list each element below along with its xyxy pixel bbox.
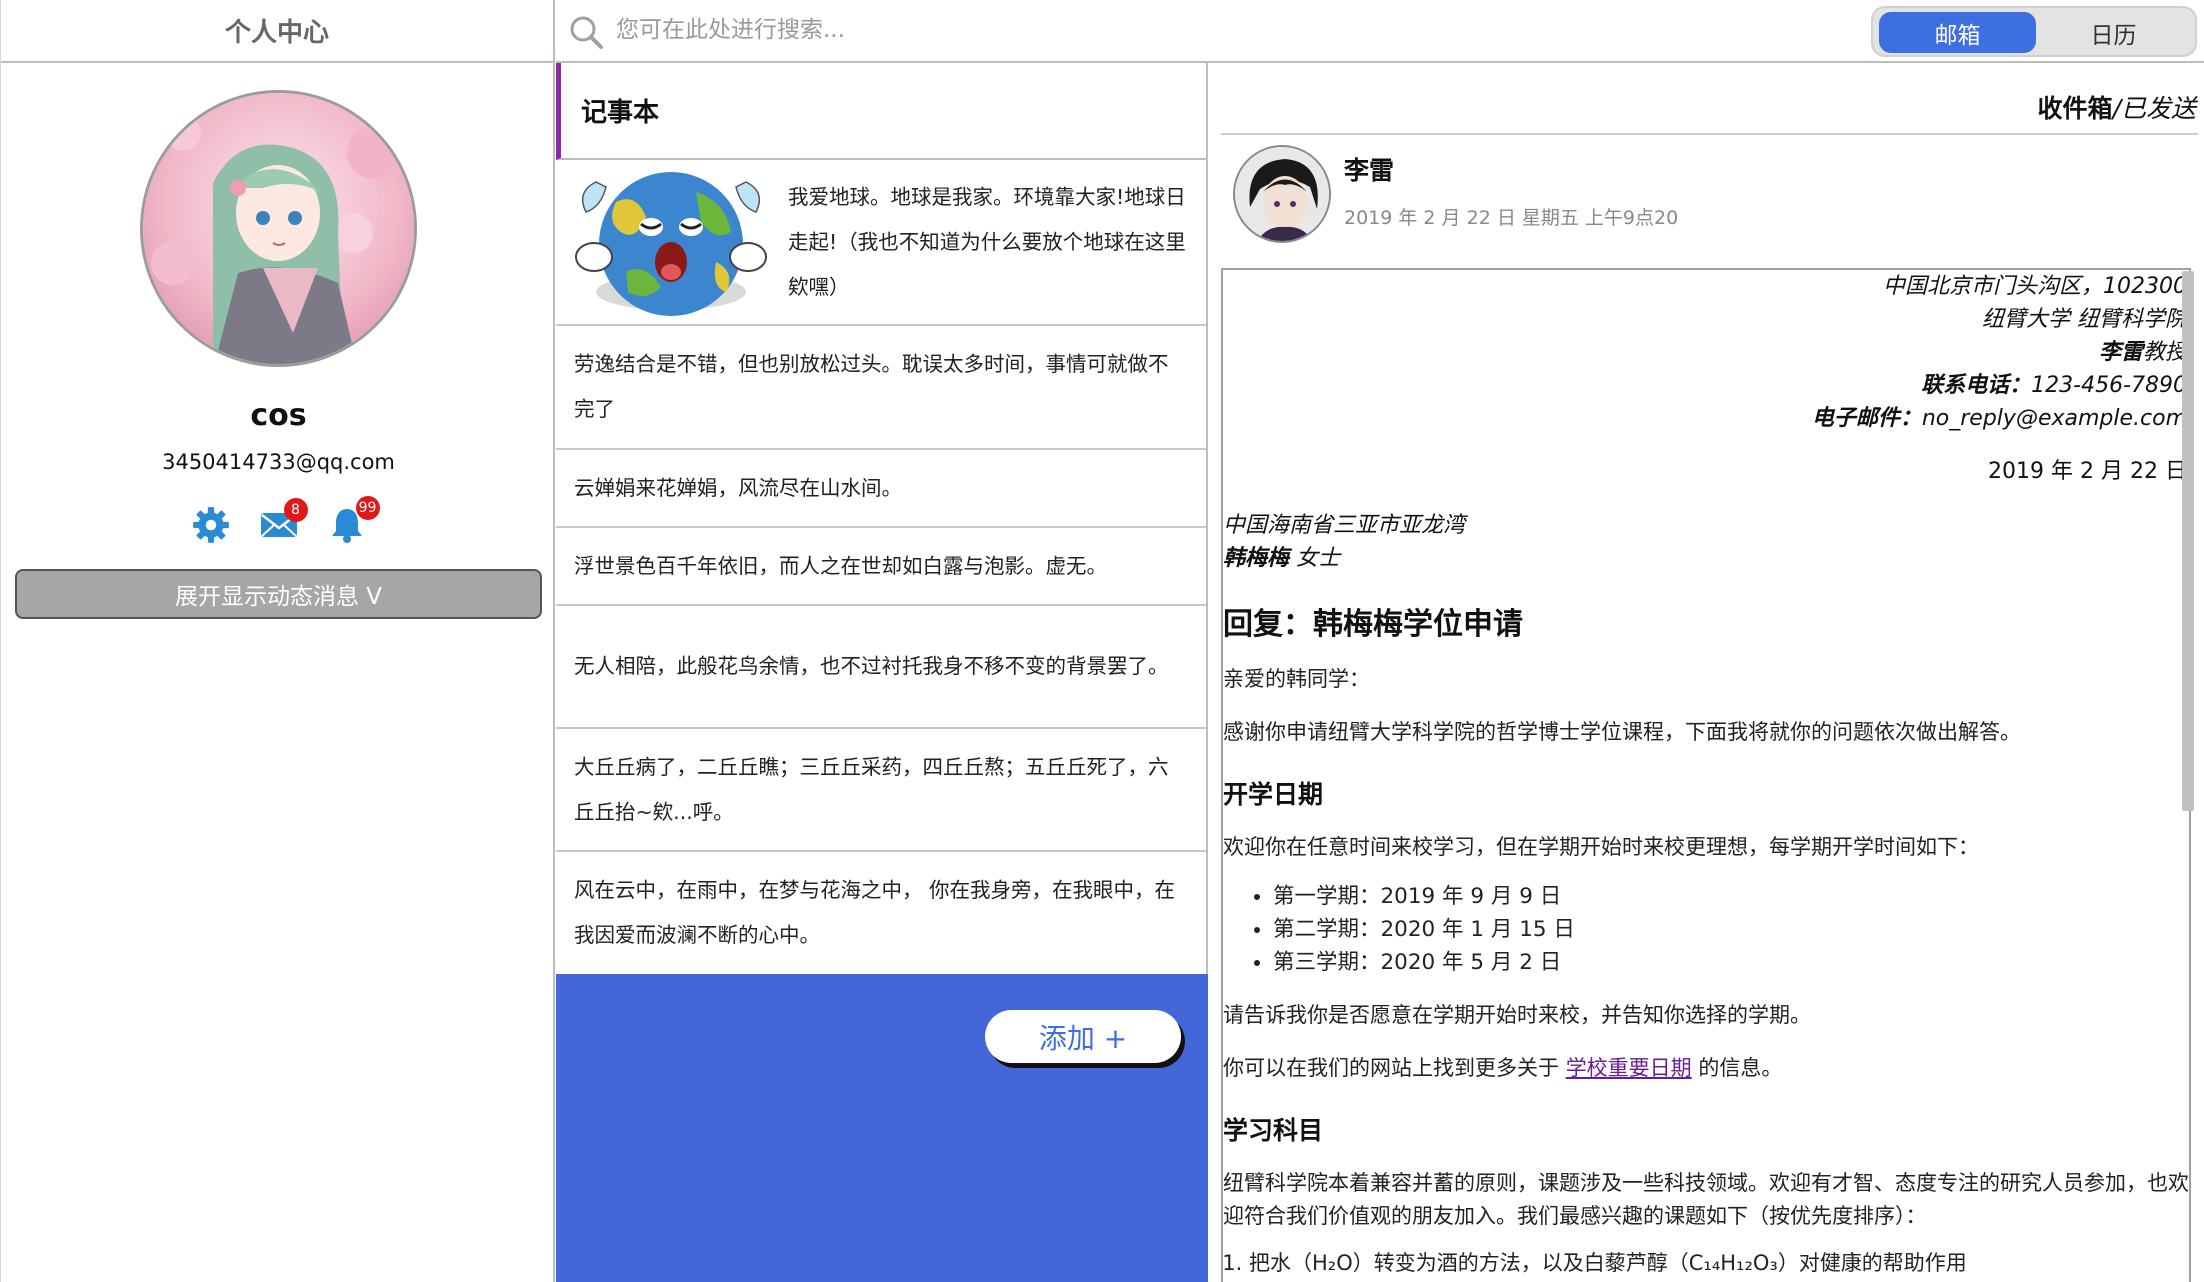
mail-subject: 回复：韩梅梅学位申请	[1223, 607, 1523, 642]
crying-earth-image	[566, 162, 776, 322]
tab-mail[interactable]: 邮箱	[1879, 12, 2036, 53]
mail-intro: 感谢你申请纽臂大学科学院的哲学博士学位课程，下面我将就你的问题依次做出解答。	[1223, 720, 2021, 744]
inbox-label[interactable]: 收件箱	[2038, 94, 2113, 123]
note-text: 风在云中，在雨中，在梦与花海之中， 你在我身旁，在我眼中，在我因爱而波澜不断的心…	[574, 877, 1176, 947]
section-text: 欢迎你在任意时间来校学习，但在学期开始时来校更理想，每学期开学时间如下：	[1223, 835, 1979, 859]
note-item[interactable]: 我爱地球。地球是我家。环境靠大家!地球日走起!（我也不知道为什么要放个地球在这里…	[556, 160, 1206, 326]
divider	[1221, 133, 2198, 135]
sender-phone: 联系电话：123-456-7890	[1223, 369, 2189, 402]
sidebar-title: 个人中心	[1, 0, 553, 63]
mail-panel: 收件箱/已发送 李雷 2019 年 2 月 22 日 星期五 上午9点20 中国…	[1209, 63, 2204, 1282]
add-note-button[interactable]: 添加 +	[985, 1010, 1181, 1063]
gear-icon	[192, 507, 229, 543]
tab-calendar[interactable]: 日历	[2035, 12, 2192, 53]
note-item[interactable]: 云婵娟来花婵娟，风流尽在山水间。	[556, 450, 1206, 528]
phone-value: 123-456-7890	[2031, 373, 2187, 398]
note-item[interactable]: 风在云中，在雨中，在梦与花海之中， 你在我身旁，在我眼中，在我因爱而波澜不断的心…	[556, 852, 1206, 973]
mail-scrollbar[interactable]	[2182, 271, 2194, 811]
email-value: no_reply@example.com	[1921, 406, 2187, 431]
signature-title: 教授	[2142, 340, 2187, 365]
sender-email: 电子邮件：no_reply@example.com	[1223, 402, 2189, 435]
notepad-panel: 记事本 我爱地球。地球是我家。环境靠大家!地球日走起!（我也不知道为什么要放个地…	[556, 63, 1208, 1282]
letter-date: 2019 年 2 月 22 日	[1988, 459, 2187, 484]
sender-avatar	[1233, 145, 1331, 243]
user-email: 3450414733@qq.com	[162, 450, 395, 474]
sender-address: 中国北京市门头沟区，102300	[1883, 274, 2187, 299]
recipient-address: 中国海南省三亚市亚龙湾	[1223, 513, 1466, 538]
mail-body: 中国北京市门头沟区，102300 纽臂大学 纽臂科学院 李雷教授 联系电话：12…	[1221, 268, 2191, 1282]
note-text: 劳逸结合是不错，但也别放松过头。耽误太多时间，事情可就做不完了	[574, 352, 1169, 421]
note-text: 浮世景色百千年依旧，而人之在世却如白露与泡影。虚无。	[574, 553, 1107, 578]
notepad-title: 记事本	[556, 63, 1206, 160]
more-info-before: 你可以在我们的网站上找到更多关于	[1223, 1056, 1566, 1080]
important-dates-link[interactable]: 学校重要日期	[1566, 1056, 1692, 1080]
topic-list: 把水（H₂O）转变为酒的方法，以及白藜芦醇（C₁₄H₁₂O₃）对健康的帮助作用	[1223, 1247, 2189, 1280]
user-name: cos	[250, 398, 307, 433]
topic-item: 把水（H₂O）转变为酒的方法，以及白藜芦醇（C₁₄H₁₂O₃）对健康的帮助作用	[1249, 1247, 2189, 1280]
section-title: 开学日期	[1223, 780, 1324, 809]
more-info-after: 的信息。	[1691, 1056, 1783, 1080]
search-bar: 邮箱 日历	[556, 0, 2204, 63]
mail-request: 请告诉我你是否愿意在学期开始时来校，并告知你选择的学期。	[1223, 1003, 1811, 1027]
phone-label: 联系电话：	[1921, 373, 2032, 398]
email-label: 电子邮件：	[1811, 406, 1922, 431]
mail-greeting: 亲爱的韩同学：	[1223, 667, 1370, 691]
section-title: 学习科目	[1223, 1116, 1324, 1145]
notepad-footer: 添加 +	[556, 974, 1208, 1282]
recipient-line: 韩梅梅 女士	[1223, 542, 2189, 575]
sender-name: 李雷	[1344, 156, 1395, 185]
section-text: 纽臂科学院本着兼容并蓄的原则，课题涉及一些科技领域。欢迎有才智、态度专注的研究人…	[1223, 1171, 2189, 1228]
note-item[interactable]: 大丘丘病了，二丘丘瞧；三丘丘采药，四丘丘熬；五丘丘死了，六丘丘抬~欸...呼。	[556, 729, 1206, 852]
mailbox-switch[interactable]: 收件箱/已发送	[2038, 89, 2196, 125]
note-text: 大丘丘病了，二丘丘瞧；三丘丘采药，四丘丘熬；五丘丘死了，六丘丘抬~欸...呼。	[574, 754, 1169, 824]
personal-sidebar: 个人中心 cos 3450414733@qq.com 8 99 展开显示动态消息…	[0, 0, 555, 1282]
note-item[interactable]: 无人相陪，此般花鸟余情，也不过衬托我身不移不变的背景罢了。	[556, 606, 1206, 729]
sender-signature: 李雷教授	[1223, 336, 2189, 369]
expand-feed-button[interactable]: 展开显示动态消息 V	[15, 569, 542, 619]
recipient-title: 女士	[1289, 546, 1341, 571]
search-icon	[570, 16, 603, 49]
user-avatar[interactable]	[140, 90, 417, 367]
messages-button[interactable]: 8	[256, 498, 308, 548]
messages-badge: 8	[283, 498, 308, 522]
view-toggle: 邮箱 日历	[1871, 6, 2197, 57]
settings-button[interactable]	[188, 502, 234, 548]
search-input[interactable]	[616, 10, 1516, 50]
term-item: 第二学期：2020 年 1 月 15 日	[1273, 913, 2189, 946]
note-text: 无人相陪，此般花鸟余情，也不过衬托我身不移不变的背景罢了。	[574, 654, 1169, 678]
note-item[interactable]: 劳逸结合是不错，但也别放松过头。耽误太多时间，事情可就做不完了	[556, 326, 1206, 450]
notifications-button[interactable]: 99	[324, 496, 380, 548]
quick-actions: 8 99	[1, 496, 556, 552]
sent-label[interactable]: /已发送	[2113, 94, 2196, 123]
term-item: 第三学期：2020 年 5 月 2 日	[1273, 946, 2189, 979]
sender-institution: 纽臂大学 纽臂科学院	[1982, 307, 2187, 332]
notifications-badge: 99	[355, 496, 380, 520]
term-list: 第一学期：2019 年 9 月 9 日 第二学期：2020 年 1 月 15 日…	[1223, 880, 2189, 979]
signature-name: 李雷	[2098, 340, 2143, 365]
more-info: 你可以在我们的网站上找到更多关于 学校重要日期 的信息。	[1223, 1052, 2189, 1085]
sender-date: 2019 年 2 月 22 日 星期五 上午9点20	[1344, 207, 1679, 229]
note-text: 云婵娟来花婵娟，风流尽在山水间。	[574, 475, 902, 500]
note-text: 我爱地球。地球是我家。环境靠大家!地球日走起!（我也不知道为什么要放个地球在这里…	[788, 184, 1186, 299]
recipient-name: 韩梅梅	[1223, 546, 1290, 571]
term-item: 第一学期：2019 年 9 月 9 日	[1273, 880, 2189, 913]
note-item[interactable]: 浮世景色百千年依旧，而人之在世却如白露与泡影。虚无。	[556, 528, 1206, 606]
